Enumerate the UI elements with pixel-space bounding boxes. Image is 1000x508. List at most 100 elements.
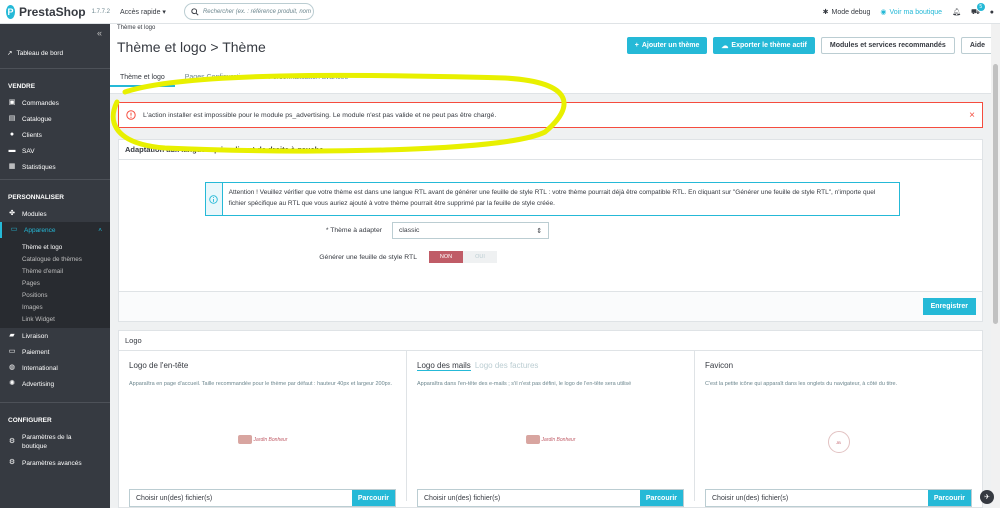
store-icon: ▤: [8, 115, 16, 122]
sidebar-item-label: Modules: [22, 210, 47, 218]
mail-logo-preview: Jardin Bonheur: [525, 435, 575, 444]
tab-pages-configuration[interactable]: Pages Configuration: [175, 70, 258, 87]
export-theme-label: Exporter le thème actif: [731, 42, 807, 49]
theme-select[interactable]: classic ⇕: [392, 222, 549, 239]
orders-notifications[interactable]: ⛟ 5: [971, 2, 985, 17]
tab-theme-logo[interactable]: Thème et logo: [110, 70, 175, 87]
payment-icon: ▭: [8, 348, 16, 355]
breadcrumb[interactable]: Thème et logo: [117, 25, 155, 31]
brand-name: PrestaShop: [18, 4, 86, 19]
sidebar-item-clients[interactable]: ● Clients: [0, 127, 110, 143]
sidebar-item-label: Paiement: [22, 348, 50, 356]
alert-message: L'action installer est impossible pour l…: [143, 111, 497, 119]
sidebar-item-catalogue[interactable]: ▤ Catalogue: [0, 111, 110, 127]
recommended-modules-button[interactable]: Modules et services recommandés: [820, 37, 955, 54]
sidebar-item-label: Clients: [22, 131, 42, 139]
sidebar-item-shop-parameters[interactable]: ⚙ Paramètres de la boutique: [0, 429, 110, 455]
appearance-submenu: Thème et logo Catalogue de thèmes Thème …: [0, 238, 110, 328]
tab-mail-logo[interactable]: Logo des mails: [417, 361, 471, 371]
help-button[interactable]: Aide: [960, 37, 994, 54]
sidebar-item-advertising[interactable]: ✺ Advertising: [0, 376, 110, 392]
debug-mode-link[interactable]: ✱ Mode debug: [823, 8, 871, 17]
mail-logo-file-input[interactable]: Choisir un(des) fichier(s) Parcourir: [417, 489, 684, 507]
advertising-icon: ✺: [9, 380, 15, 387]
collapse-sidebar-button[interactable]: «: [0, 24, 110, 42]
quick-access-dropdown[interactable]: Accès rapide ▾: [120, 8, 166, 16]
toggle-yes[interactable]: OUI: [463, 251, 497, 263]
search-input[interactable]: Rechercher (ex. : référence produit, nom: [183, 3, 314, 20]
plus-icon: +: [634, 42, 639, 49]
theme-select-value: classic: [399, 227, 420, 234]
submenu-images[interactable]: Images: [0, 301, 110, 313]
sidebar-item-label: Statistiques: [22, 163, 56, 171]
sidebar-item-dashboard[interactable]: ↗ Tableau de bord: [0, 42, 110, 64]
quick-access-label: Accès rapide: [120, 8, 161, 16]
sidebar-item-label: Paramètres de la boutique: [22, 434, 72, 450]
tab-invoice-logo[interactable]: Logo des factures: [475, 361, 539, 370]
employee-menu[interactable]: ●: [990, 9, 994, 16]
save-button[interactable]: Enregistrer: [922, 298, 976, 315]
rtl-panel: Adaptation aux langues qui se lisent de …: [118, 139, 983, 322]
browse-button[interactable]: Parcourir: [351, 490, 395, 506]
sidebar-item-statistiques[interactable]: ▦ Statistiques: [0, 159, 110, 175]
cloud-upload-icon: ☁: [721, 42, 729, 50]
tab-advanced-customization[interactable]: Personnalisation avancée: [258, 70, 358, 87]
top-navbar: P PrestaShop 1.7.7.2 Accès rapide ▾ Rech…: [0, 0, 1000, 24]
debug-label: Mode debug: [831, 8, 871, 16]
favicon-file-input[interactable]: Choisir un(des) fichier(s) Parcourir: [705, 489, 972, 507]
search-icon: [191, 7, 199, 16]
favicon-desc: C'est la petite icône qui apparaît dans …: [705, 381, 898, 387]
page-scrollbar[interactable]: [991, 24, 1000, 508]
scrollbar-thumb[interactable]: [993, 64, 998, 324]
account-icon: ●: [9, 131, 15, 138]
sidebar-item-paiement[interactable]: ▭ Paiement: [0, 344, 110, 360]
submenu-theme-logo[interactable]: Thème et logo: [0, 241, 110, 253]
floating-action-button[interactable]: ✈: [980, 490, 994, 504]
theme-label: * Thème à adapter: [325, 227, 382, 234]
browse-button[interactable]: Parcourir: [927, 490, 971, 506]
section-title-vendre: VENDRE: [0, 68, 110, 95]
tabs: Thème et logo Pages Configuration Person…: [110, 70, 358, 87]
rocket-icon: ✈: [984, 494, 990, 501]
sidebar-item-sav[interactable]: ▬ SAV: [0, 143, 110, 159]
sidebar-item-advanced-parameters[interactable]: ⚙ Paramètres avancés: [0, 455, 110, 471]
trending-icon: ↗: [7, 50, 13, 57]
logo-panel: Logo Logo de l'en-tête Apparaîtra en pag…: [118, 330, 983, 508]
sidebar-item-modules[interactable]: ✤ Modules: [0, 206, 110, 222]
submenu-email-theme[interactable]: Thème d'email: [0, 265, 110, 277]
sidebar-item-label: SAV: [22, 147, 35, 155]
sidebar-item-international[interactable]: ◍ International: [0, 360, 110, 376]
browse-button[interactable]: Parcourir: [639, 490, 683, 506]
sidebar-item-label: Livraison: [22, 332, 49, 340]
submenu-pages[interactable]: Pages: [0, 277, 110, 289]
toggle-no[interactable]: NON: [429, 251, 463, 263]
chart-icon: ▦: [8, 163, 16, 170]
close-icon[interactable]: ×: [969, 110, 975, 121]
submenu-link-widget[interactable]: Link Widget: [0, 313, 110, 325]
chevron-up-icon: ˄: [98, 226, 102, 234]
submenu-theme-catalog[interactable]: Catalogue de thèmes: [0, 253, 110, 265]
export-theme-button[interactable]: ☁ Exporter le thème actif: [713, 37, 815, 54]
search-placeholder: Rechercher (ex. : référence produit, nom: [202, 8, 311, 15]
add-theme-label: Ajouter un thème: [641, 42, 700, 49]
prestashop-logo-icon: P: [6, 4, 15, 19]
mail-logo-desc: Apparaîtra dans l'en-tête des e-mails ; …: [417, 381, 632, 387]
submenu-positions[interactable]: Positions: [0, 289, 110, 301]
rtl-toggle[interactable]: NON OUI: [429, 251, 497, 263]
sidebar-item-livraison[interactable]: ▰ Livraison: [0, 328, 110, 344]
mail-logo-column: Logo des mails Logo des factures Apparaît…: [407, 351, 695, 507]
add-theme-button[interactable]: + Ajouter un thème: [626, 37, 708, 54]
sidebar-item-apparence[interactable]: ▭ Apparence ˄: [0, 222, 110, 238]
file-placeholder: Choisir un(des) fichier(s): [136, 494, 213, 502]
sidebar-item-commandes[interactable]: ▣ Commandes: [0, 95, 110, 111]
notifications-bell[interactable]: 🔔︎: [952, 8, 961, 16]
prestashop-logo[interactable]: P PrestaShop 1.7.7.2: [0, 0, 110, 24]
view-shop-link[interactable]: ◉ Voir ma boutique: [880, 8, 942, 17]
version-label: 1.7.7.2: [91, 8, 110, 15]
header-logo-file-input[interactable]: Choisir un(des) fichier(s) Parcourir: [129, 489, 396, 507]
eye-icon: ◉: [880, 9, 887, 16]
section-title-configurer: CONFIGURER: [0, 402, 110, 429]
error-alert: L'action installer est impossible pour l…: [118, 102, 983, 128]
rtl-info-text: Attention ! Veuillez vérifier que votre …: [228, 189, 876, 207]
file-placeholder: Choisir un(des) fichier(s): [424, 494, 501, 502]
